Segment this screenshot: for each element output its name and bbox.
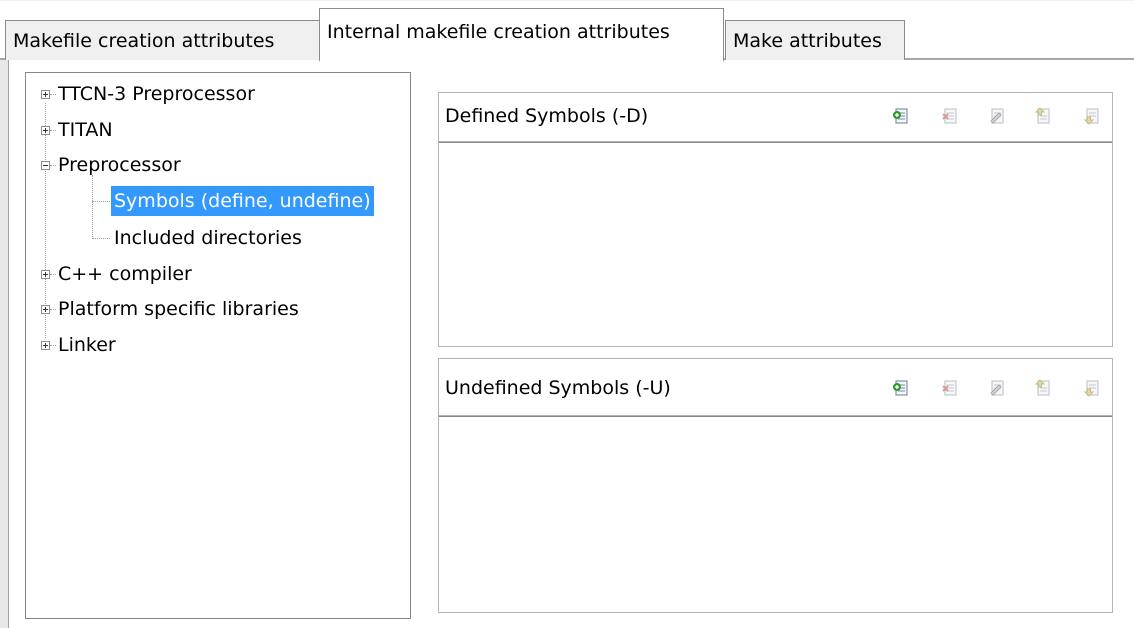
tree-item-label: Symbols (define, undefine) (111, 186, 374, 216)
tree-connector (92, 201, 110, 203)
add-icon[interactable] (892, 107, 908, 125)
tree-item-label: C++ compiler (58, 263, 192, 285)
undefined-symbols-panel: Undefined Symbols (-U) (438, 358, 1113, 613)
defined-symbols-title: Defined Symbols (-D) (445, 105, 649, 127)
tree-item-label: Preprocessor (58, 154, 181, 176)
settings-tree[interactable]: TTCN-3 Preprocessor TITAN Preprocessor S… (25, 72, 411, 619)
undefined-symbols-title: Undefined Symbols (-U) (445, 377, 671, 399)
defined-symbols-panel: Defined Symbols (-D) (438, 92, 1113, 347)
move-down-icon[interactable] (1083, 107, 1099, 125)
undefined-symbols-header: Undefined Symbols (-U) (439, 359, 1112, 416)
tree-connector (50, 130, 56, 132)
tree-guide-line (92, 175, 94, 237)
tab-label: Internal makefile creation attributes (327, 21, 670, 43)
tree-item-label: Linker (58, 334, 116, 356)
tree-connector (50, 274, 56, 276)
delete-icon[interactable] (941, 379, 957, 397)
tree-item-label: TTCN-3 Preprocessor (58, 83, 255, 105)
expand-icon[interactable] (41, 305, 50, 314)
tree-guide-line (45, 103, 47, 338)
tab-make-attributes[interactable]: Make attributes (725, 20, 905, 60)
tree-connector (50, 165, 56, 167)
edit-icon[interactable] (988, 107, 1004, 125)
add-icon[interactable] (892, 379, 908, 397)
move-up-icon[interactable] (1034, 107, 1050, 125)
expand-icon[interactable] (41, 126, 50, 135)
expand-icon[interactable] (41, 341, 50, 350)
move-up-icon[interactable] (1034, 379, 1050, 397)
undefined-symbols-list[interactable] (439, 416, 1112, 612)
tree-item-label: Platform specific libraries (58, 298, 299, 320)
tab-internal-makefile-creation-attributes[interactable]: Internal makefile creation attributes (319, 8, 724, 62)
move-down-icon[interactable] (1083, 379, 1099, 397)
tab-label: Make attributes (733, 30, 882, 52)
tree-connector (92, 238, 110, 240)
edit-icon[interactable] (988, 379, 1004, 397)
tab-label: Makefile creation attributes (13, 30, 275, 52)
defined-symbols-header: Defined Symbols (-D) (439, 93, 1112, 142)
tree-connector (50, 345, 56, 347)
defined-symbols-toolbar (892, 107, 1102, 127)
undefined-symbols-toolbar (892, 379, 1102, 399)
tab-makefile-creation-attributes[interactable]: Makefile creation attributes (5, 20, 320, 60)
tab-bar: Makefile creation attributes Internal ma… (0, 0, 1134, 62)
delete-icon[interactable] (941, 107, 957, 125)
tree-item-label: TITAN (58, 119, 113, 141)
tree-connector (50, 94, 56, 96)
defined-symbols-list[interactable] (439, 142, 1112, 346)
tree-item-label: Included directories (114, 227, 302, 249)
left-sash[interactable] (0, 60, 9, 628)
collapse-icon[interactable] (41, 161, 50, 170)
expand-icon[interactable] (41, 90, 50, 99)
tree-connector (50, 309, 56, 311)
expand-icon[interactable] (41, 270, 50, 279)
